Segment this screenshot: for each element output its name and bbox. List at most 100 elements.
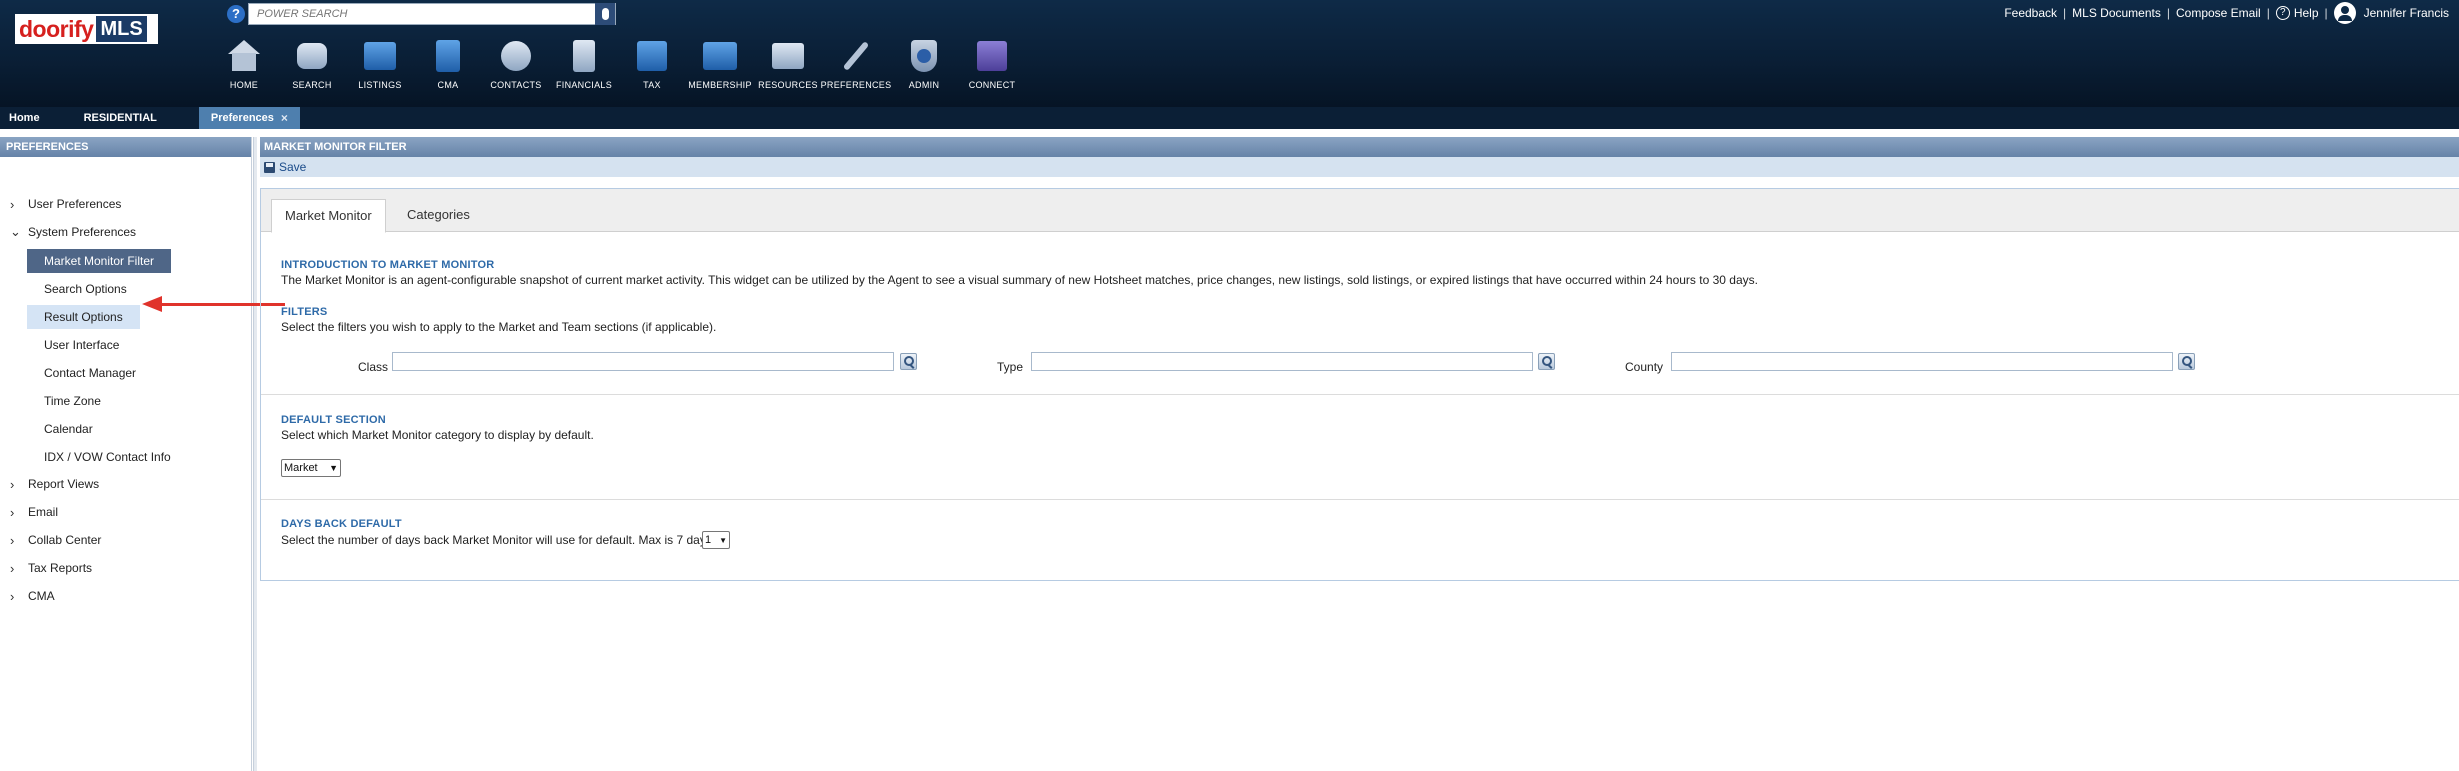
nav-search[interactable]: SEARCH	[278, 38, 346, 98]
briefcase-icon	[702, 38, 738, 74]
sidebar-item-idx-vow-contact-info[interactable]: IDX / VOW Contact Info	[27, 445, 188, 469]
divider	[261, 394, 2459, 395]
nav-resources[interactable]: RESOURCES	[754, 38, 822, 98]
chevron-right-icon[interactable]: ›	[10, 533, 28, 548]
default-section-title: DEFAULT SECTION	[281, 414, 386, 426]
days-back-text: Select the number of days back Market Mo…	[281, 533, 716, 547]
nav-listings[interactable]: LISTINGS	[346, 38, 414, 98]
nav-preferences[interactable]: PREFERENCES	[820, 38, 892, 98]
sidebar-group-label: Email	[28, 505, 59, 519]
sidebar-group-collab-center[interactable]: › Collab Center	[0, 529, 101, 551]
user-avatar-icon[interactable]	[2333, 2, 2356, 24]
wrench-icon	[838, 38, 874, 74]
filters-title: FILTERS	[281, 306, 328, 318]
county-label: County	[1625, 360, 1664, 374]
annotation-arrow-head	[142, 296, 162, 312]
nav-label: RESOURCES	[758, 80, 818, 90]
close-icon[interactable]: ×	[281, 107, 288, 129]
tab-preferences[interactable]: Preferences ×	[198, 107, 300, 129]
nav-connect[interactable]: CONNECT	[958, 38, 1026, 98]
class-label: Class	[358, 360, 389, 374]
chevron-right-icon[interactable]: ›	[10, 561, 28, 576]
nav-contacts[interactable]: CONTACTS	[482, 38, 550, 98]
chevron-right-icon[interactable]: ›	[10, 477, 28, 492]
type-input[interactable]	[1031, 352, 1533, 371]
toolbar: Save	[260, 157, 2459, 177]
class-input[interactable]	[392, 352, 894, 371]
nav-cma[interactable]: CMA	[414, 38, 482, 98]
app-header: doorify MLS ? Feedback | MLS Documents |…	[0, 0, 2459, 107]
mls-documents-link[interactable]: MLS Documents	[2072, 6, 2161, 20]
county-lookup-icon[interactable]	[2178, 353, 2195, 370]
nav-admin[interactable]: ADMIN	[890, 38, 958, 98]
page-tabs: Home RESIDENTIAL Preferences ×	[0, 107, 2459, 129]
nav-membership[interactable]: MEMBERSHIP	[686, 38, 754, 98]
calculator-icon	[566, 38, 602, 74]
clipboard-icon	[430, 38, 466, 74]
sidebar-group-report-views[interactable]: › Report Views	[0, 473, 99, 495]
help-link[interactable]: Help	[2294, 6, 2319, 20]
main-nav: HOME SEARCH LISTINGS CMA CONTACTS FINANC…	[210, 38, 1026, 98]
sidebar-group-system-preferences[interactable]: ⌄ System Preferences	[0, 221, 136, 243]
sidebar-group-cma[interactable]: › CMA	[0, 585, 55, 607]
folder-icon	[770, 38, 806, 74]
save-icon[interactable]	[264, 161, 275, 173]
compose-email-link[interactable]: Compose Email	[2176, 6, 2261, 20]
nav-financials[interactable]: FINANCIALS	[550, 38, 618, 98]
sidebar-item-market-monitor-filter[interactable]: Market Monitor Filter	[27, 249, 172, 273]
tab-categories[interactable]: Categories	[394, 199, 483, 233]
sidebar-item-time-zone[interactable]: Time Zone	[27, 389, 118, 413]
intro-text: The Market Monitor is an agent-configura…	[281, 273, 1758, 287]
tab-residential[interactable]: RESIDENTIAL	[72, 107, 169, 129]
feedback-link[interactable]: Feedback	[2004, 6, 2057, 20]
logo-suffix: MLS	[96, 16, 147, 42]
filters-text: Select the filters you wish to apply to …	[281, 320, 717, 334]
sidebar-group-label: Collab Center	[28, 533, 102, 547]
sidebar-item-result-options[interactable]: Result Options	[27, 305, 140, 329]
sidebar-item-calendar[interactable]: Calendar	[27, 417, 110, 441]
sidebar-group-email[interactable]: › Email	[0, 501, 58, 523]
microphone-icon[interactable]	[595, 3, 615, 25]
power-search-input[interactable]	[249, 4, 595, 24]
doorify-mls-logo[interactable]: doorify MLS	[15, 14, 158, 44]
sidebar-group-user-preferences[interactable]: › User Preferences	[0, 193, 121, 215]
shield-icon	[906, 38, 942, 74]
panel-splitter[interactable]	[253, 137, 257, 771]
chevron-down-icon[interactable]: ⌄	[10, 224, 28, 240]
search-help-icon[interactable]: ?	[227, 5, 245, 23]
sidebar-item-user-interface[interactable]: User Interface	[27, 333, 136, 357]
nav-tax[interactable]: TAX	[618, 38, 686, 98]
class-lookup-icon[interactable]	[900, 353, 917, 370]
nav-label: TAX	[643, 80, 661, 90]
county-input[interactable]	[1671, 352, 2173, 371]
chevron-right-icon[interactable]: ›	[10, 505, 28, 520]
sidebar-title: PREFERENCES	[0, 137, 251, 157]
power-search-box	[248, 3, 616, 25]
default-section-text: Select which Market Monitor category to …	[281, 428, 594, 442]
contacts-icon	[498, 38, 534, 74]
nav-label: CMA	[437, 80, 459, 90]
days-back-select[interactable]: 1 ▼	[702, 531, 730, 549]
nav-home[interactable]: HOME	[210, 38, 278, 98]
save-button[interactable]: Save	[279, 160, 306, 174]
sidebar-group-label: CMA	[28, 589, 55, 603]
preferences-sidebar: PREFERENCES › User Preferences ⌄ System …	[0, 137, 252, 771]
help-icon[interactable]: ?	[2275, 6, 2290, 20]
nav-label: HOME	[229, 80, 259, 90]
default-section-select[interactable]: Market ▼	[281, 459, 341, 477]
sidebar-group-label: System Preferences	[28, 225, 137, 239]
divider	[261, 499, 2459, 500]
chevron-right-icon[interactable]: ›	[10, 589, 28, 604]
tab-market-monitor[interactable]: Market Monitor	[271, 199, 386, 233]
user-name[interactable]: Jennifer Francis	[2364, 6, 2449, 20]
tab-home[interactable]: Home	[0, 107, 52, 129]
sidebar-item-search-options[interactable]: Search Options	[27, 277, 144, 301]
chevron-right-icon[interactable]: ›	[10, 197, 28, 212]
sidebar-group-label: Tax Reports	[28, 561, 93, 575]
type-label: Type	[997, 360, 1024, 374]
sidebar-group-tax-reports[interactable]: › Tax Reports	[0, 557, 92, 579]
sidebar-item-contact-manager[interactable]: Contact Manager	[27, 361, 153, 385]
nav-label: PREFERENCES	[820, 80, 892, 90]
type-lookup-icon[interactable]	[1538, 353, 1555, 370]
sidebar-group-label: User Preferences	[28, 197, 122, 211]
